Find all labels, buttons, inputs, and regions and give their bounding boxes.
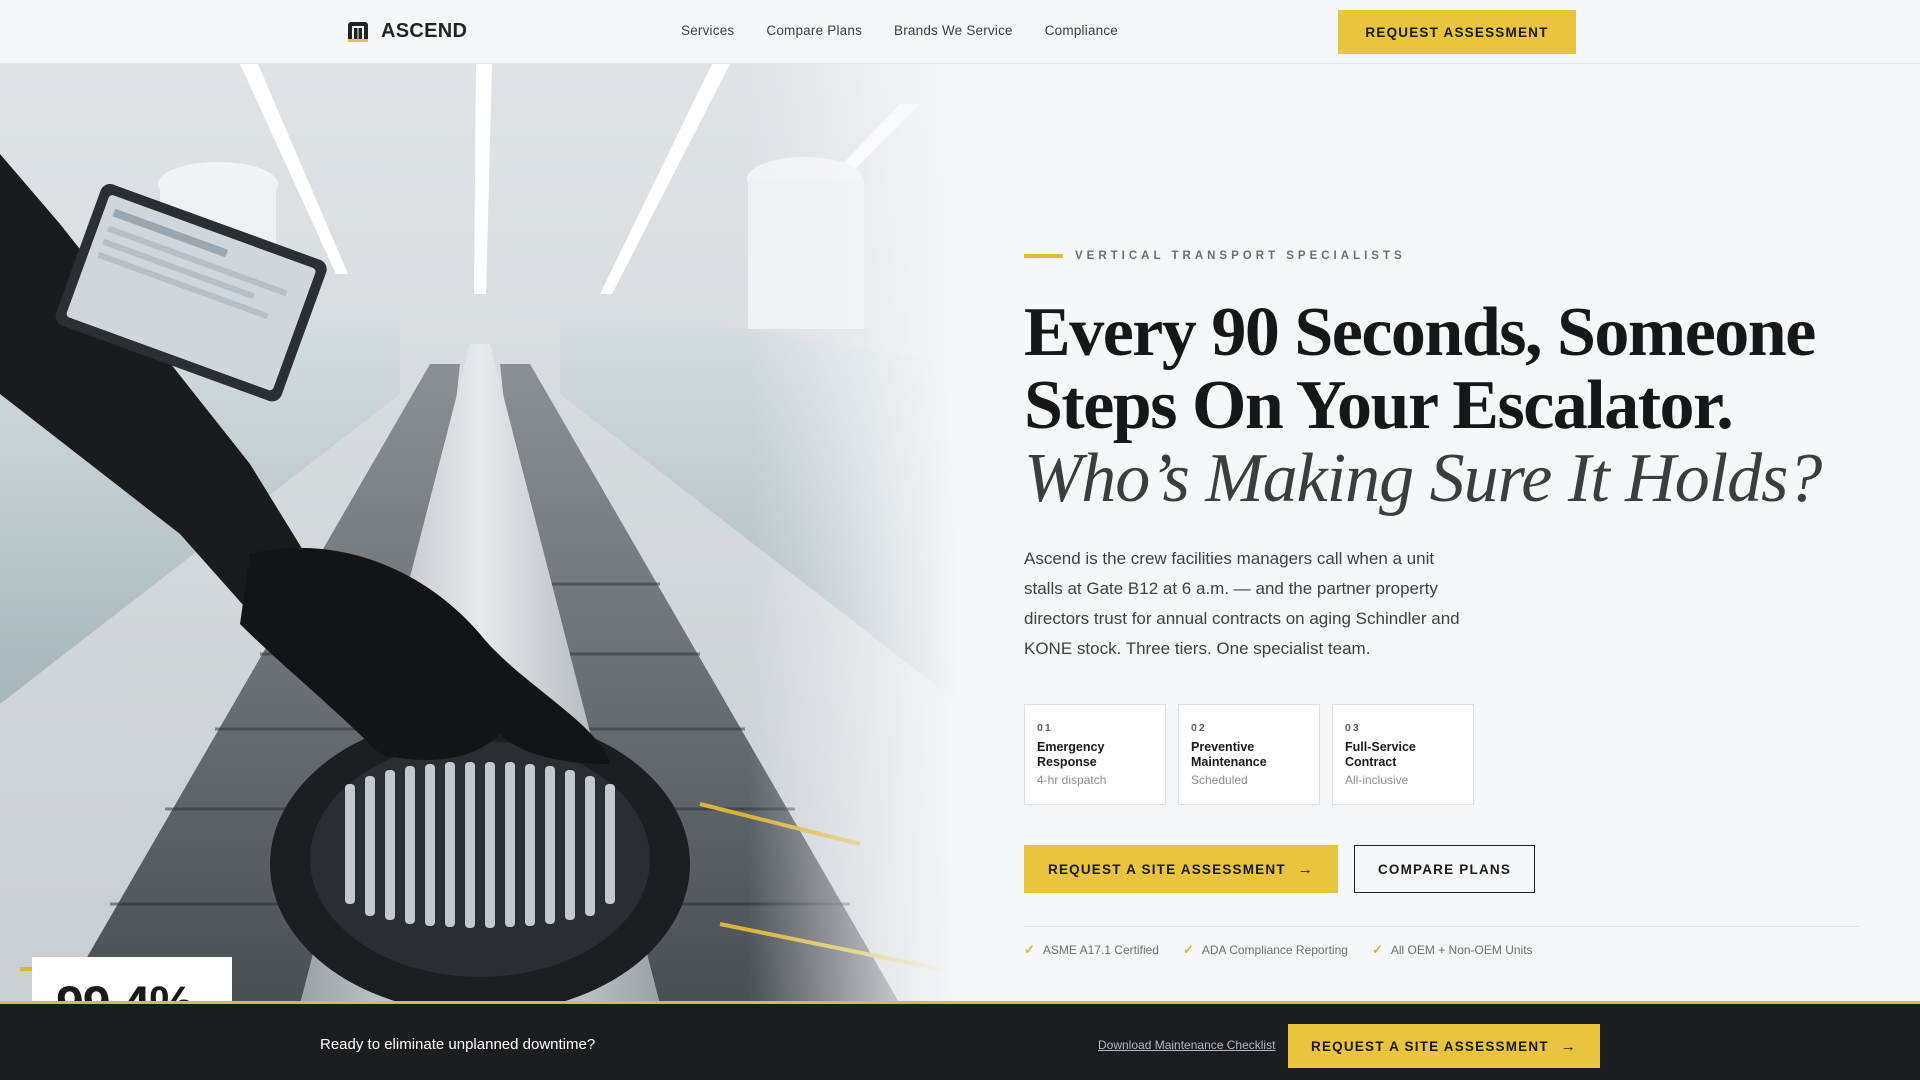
nav-services[interactable]: Services xyxy=(681,23,734,38)
check-icon: ✓ xyxy=(1024,942,1035,957)
tier-number: 03 xyxy=(1345,722,1361,734)
tier-title: Preventive Maintenance xyxy=(1191,740,1267,769)
badge-oem: ✓ All OEM + Non-OEM Units xyxy=(1372,942,1533,958)
eyebrow-accent-bar xyxy=(1024,254,1063,258)
check-icon: ✓ xyxy=(1371,942,1383,957)
tier-title: Emergency Response xyxy=(1037,740,1105,769)
compare-plans-button[interactable]: COMPARE PLANS xyxy=(1354,845,1535,893)
tier-card-preventive[interactable]: 02 Preventive Maintenance Scheduled xyxy=(1178,704,1320,805)
escalator-photo xyxy=(0,64,960,1004)
tier-subtitle: All-inclusive xyxy=(1345,773,1409,787)
download-checklist-link[interactable]: Download Maintenance Checklist xyxy=(1098,1038,1275,1052)
headline-line-1: Every 90 Seconds, Someone xyxy=(1024,294,1816,371)
primary-cta-label: REQUEST A SITE ASSESSMENT xyxy=(1048,861,1286,877)
tier-number: 02 xyxy=(1191,722,1207,734)
badge-asme: ✓ ASME A17.1 Certified xyxy=(1024,942,1159,958)
tier-card-emergency[interactable]: 01 Emergency Response 4-hr dispatch xyxy=(1024,704,1166,805)
badge-label: ASME A17.1 Certified xyxy=(1042,943,1159,957)
certification-badges: ✓ ASME A17.1 Certified ✓ ADA Compliance … xyxy=(1024,942,1533,958)
tier-subtitle: 4-hr dispatch xyxy=(1037,773,1107,787)
tier-title: Full-Service Contract xyxy=(1345,740,1416,769)
elevator-door-icon xyxy=(348,21,368,42)
header-request-assessment-button[interactable]: REQUEST ASSESSMENT xyxy=(1338,10,1576,54)
nav-compliance[interactable]: Compliance xyxy=(1045,23,1118,38)
eyebrow: VERTICAL TRANSPORT SPECIALISTS xyxy=(1024,250,1406,262)
hero-headline: Every 90 Seconds, Someone Steps On Your … xyxy=(1024,296,1884,515)
badge-label: ADA Compliance Reporting xyxy=(1201,943,1348,957)
eyebrow-text: VERTICAL TRANSPORT SPECIALISTS xyxy=(1075,250,1406,262)
headline-line-3: Who’s Making Sure It Holds? xyxy=(1024,440,1822,517)
nav-compare-plans[interactable]: Compare Plans xyxy=(766,23,862,38)
tier-number: 01 xyxy=(1037,722,1053,734)
request-site-assessment-button[interactable]: REQUEST A SITE ASSESSMENT → xyxy=(1024,845,1338,893)
nav-brands[interactable]: Brands We Service xyxy=(894,23,1013,38)
hero-body: Ascend is the crew facilities managers c… xyxy=(1024,549,1460,658)
hero-cta-row: REQUEST A SITE ASSESSMENT → COMPARE PLAN… xyxy=(1024,845,1535,893)
sticky-cta-bar: Ready to eliminate unplanned downtime? D… xyxy=(0,1001,1920,1080)
brand-logo[interactable]: ASCEND xyxy=(347,20,467,43)
sticky-bar-text: Ready to eliminate unplanned downtime? xyxy=(320,1036,596,1053)
tier-subtitle: Scheduled xyxy=(1191,773,1248,787)
tier-card-full-service[interactable]: 03 Full-Service Contract All-inclusive xyxy=(1332,704,1474,805)
site-header: ASCEND Services Compare Plans Brands We … xyxy=(0,0,1920,64)
brand-name: ASCEND xyxy=(381,20,468,42)
sticky-request-assessment-button[interactable]: REQUEST A SITE ASSESSMENT → xyxy=(1288,1024,1600,1068)
check-icon: ✓ xyxy=(1182,942,1194,957)
service-tiers: 01 Emergency Response 4-hr dispatch 02 P… xyxy=(1024,704,1474,805)
sticky-cta-label: REQUEST A SITE ASSESSMENT xyxy=(1311,1038,1549,1054)
badge-ada: ✓ ADA Compliance Reporting xyxy=(1183,942,1348,958)
arrow-right-icon: → xyxy=(1560,1037,1577,1055)
main-nav: Services Compare Plans Brands We Service… xyxy=(681,23,1118,38)
arrow-right-icon: → xyxy=(1297,860,1314,878)
divider xyxy=(1024,926,1860,927)
hero-image xyxy=(0,64,960,1004)
badge-label: All OEM + Non-OEM Units xyxy=(1390,943,1533,957)
headline-line-2: Steps On Your Escalator. xyxy=(1024,367,1734,444)
